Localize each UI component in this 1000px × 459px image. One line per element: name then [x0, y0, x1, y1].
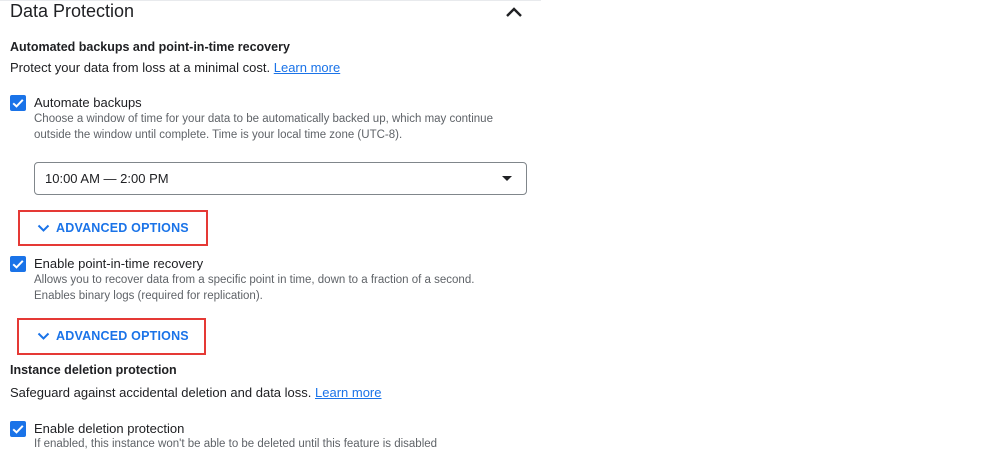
backups-heading: Automated backups and point-in-time reco… — [10, 40, 290, 54]
deletion-protection-label: Enable deletion protection — [34, 421, 185, 436]
section-title: Data Protection — [10, 1, 135, 21]
deletion-description: Safeguard against accidental deletion an… — [10, 385, 382, 400]
deletion-protection-checkbox[interactable] — [10, 421, 26, 437]
check-icon — [12, 425, 24, 434]
chevron-up-icon — [506, 7, 522, 17]
chevron-down-icon — [37, 224, 50, 232]
backup-window-select[interactable]: 10:00 AM — 2:00 PM — [34, 162, 527, 195]
pitr-checkbox[interactable] — [10, 256, 26, 272]
deletion-learn-more-link[interactable]: Learn more — [315, 385, 381, 400]
pitr-description: Allows you to recover data from a specif… — [34, 274, 475, 302]
advanced-options-label: ADVANCED OPTIONS — [56, 221, 189, 235]
collapse-button[interactable] — [503, 3, 525, 21]
check-icon — [12, 99, 24, 108]
backups-description: Protect your data from loss at a minimal… — [10, 60, 341, 75]
deletion-protection-description: If enabled, this instance won't be able … — [34, 438, 438, 450]
advanced-options-button-pitr[interactable]: ADVANCED OPTIONS — [37, 329, 189, 343]
backup-window-value: 10:00 AM — 2:00 PM — [45, 171, 169, 186]
advanced-options-label: ADVANCED OPTIONS — [56, 329, 189, 343]
check-icon — [12, 260, 24, 269]
pitr-label: Enable point-in-time recovery — [34, 256, 204, 271]
backups-learn-more-link[interactable]: Learn more — [274, 60, 340, 75]
deletion-heading: Instance deletion protection — [10, 363, 177, 377]
dropdown-arrow-icon — [502, 176, 512, 181]
automate-backups-checkbox[interactable] — [10, 95, 26, 111]
automate-backups-description: Choose a window of time for your data to… — [34, 113, 493, 141]
chevron-down-icon — [37, 332, 50, 340]
automate-backups-label: Automate backups — [34, 95, 142, 110]
advanced-options-button-backups[interactable]: ADVANCED OPTIONS — [37, 221, 189, 235]
